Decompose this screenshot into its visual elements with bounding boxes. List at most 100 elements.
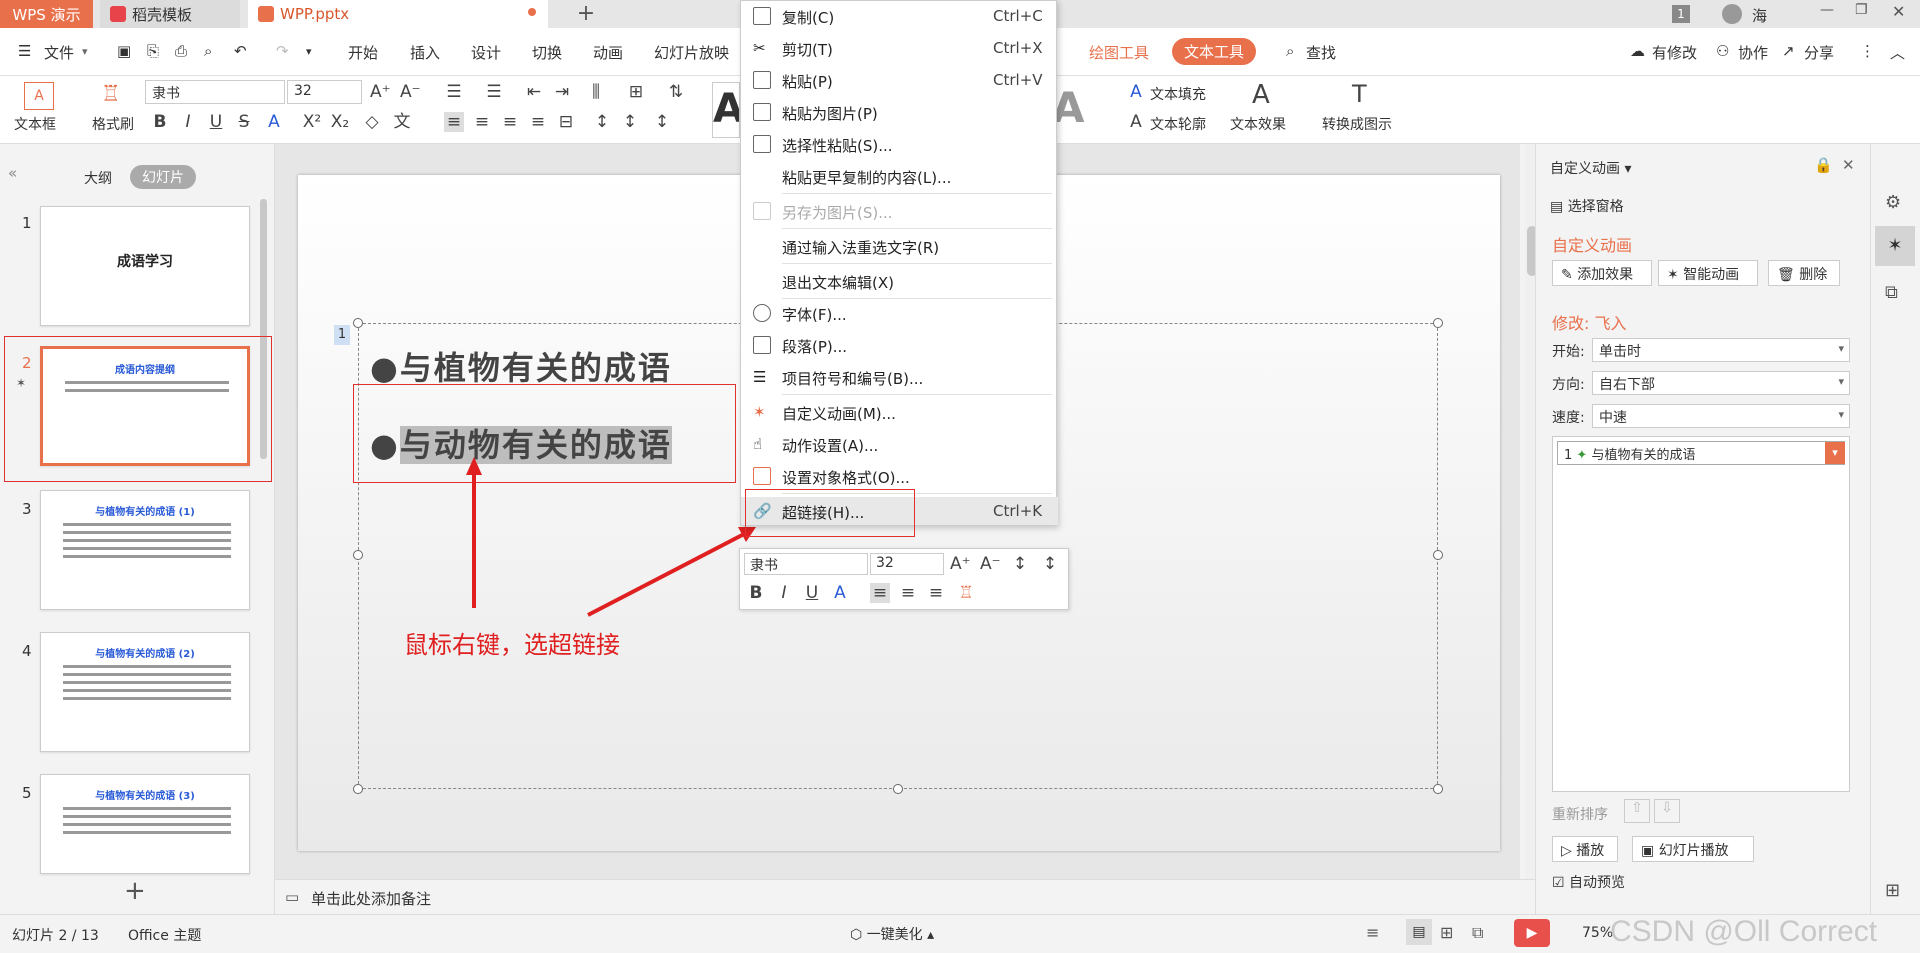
bullet-list-icon[interactable]: ☰ xyxy=(444,82,464,102)
redo-icon[interactable]: ↷ xyxy=(276,42,289,60)
beautify-button[interactable]: ⬡ 一键美化 ▴ xyxy=(850,924,934,944)
font-shrink-icon[interactable]: A⁻ xyxy=(400,82,421,102)
close-icon[interactable]: ✕ xyxy=(1892,2,1905,21)
move-down-icon[interactable]: ⇩ xyxy=(1654,799,1680,823)
delete-button[interactable]: 🗑 删除 xyxy=(1768,260,1840,286)
slide-thumbnail-2[interactable]: 成语内容提纲 xyxy=(40,346,250,466)
align-center-icon[interactable]: ≡ xyxy=(472,112,492,132)
undo-icon[interactable]: ↶ xyxy=(234,42,247,60)
menu-share[interactable]: 分享 xyxy=(1804,42,1834,63)
preview-icon[interactable]: ⌕ xyxy=(204,42,212,60)
phonetic-icon[interactable]: 文 xyxy=(392,112,412,132)
menu-cut[interactable]: ✂ 剪切(T) Ctrl+X xyxy=(741,34,1058,62)
textbox-icon[interactable]: A xyxy=(24,82,54,110)
menu-design[interactable]: 设计 xyxy=(471,42,501,63)
font-family-select[interactable]: 隶书 xyxy=(145,80,285,104)
menu-transition[interactable]: 切换 xyxy=(532,42,562,63)
export-icon[interactable]: ⎘ xyxy=(147,42,159,60)
format-painter-icon[interactable]: ♖ xyxy=(101,82,125,110)
menu-paste-earlier[interactable]: 粘贴更早复制的内容(L)... xyxy=(741,162,1058,190)
textbox-label[interactable]: 文本框 xyxy=(14,114,56,134)
animation-list-item[interactable]: 1 ✦ 与植物有关的成语 xyxy=(1557,441,1845,465)
add-slide-button[interactable]: + xyxy=(124,876,146,906)
italic-icon[interactable]: I xyxy=(774,583,794,603)
item-dropdown-icon[interactable]: ▾ xyxy=(1825,442,1845,464)
text-outline-icon[interactable]: A xyxy=(1126,112,1146,132)
collapse-panel-icon[interactable]: « xyxy=(8,164,17,182)
apps-icon[interactable]: ⊞ xyxy=(1885,880,1900,901)
lock-icon[interactable]: 🔒 xyxy=(1814,156,1833,174)
menu-paste-special[interactable]: 选择性粘贴(S)... xyxy=(741,130,1058,158)
strikethrough-icon[interactable]: S xyxy=(234,112,254,132)
align-right-icon[interactable]: ≡ xyxy=(926,583,946,603)
normal-view-icon[interactable]: ▤ xyxy=(1406,919,1432,945)
paragraph-spacing-icon[interactable]: ↕ xyxy=(620,112,640,132)
text-effect-icon[interactable]: A xyxy=(1252,80,1270,110)
menu-insert[interactable]: 插入 xyxy=(410,42,440,63)
underline-icon[interactable]: U xyxy=(206,112,226,132)
settings-sliders-icon[interactable]: ⚙ xyxy=(1885,192,1901,213)
close-icon[interactable]: ✕ xyxy=(1842,156,1855,174)
align-right-icon[interactable]: ≡ xyxy=(500,112,520,132)
theme-name[interactable]: Office 主题 xyxy=(128,925,201,945)
slide-thumbnail-5[interactable]: 与植物有关的成语 (3) xyxy=(40,774,250,874)
format-painter-label[interactable]: 格式刷 xyxy=(92,114,134,134)
clear-format-icon[interactable]: ◇ xyxy=(362,112,382,132)
line-spacing-icon[interactable]: ↕ xyxy=(592,112,612,132)
quick-access-more-icon[interactable]: ▾ xyxy=(306,45,312,58)
tab-slides[interactable]: 幻灯片 xyxy=(130,165,196,189)
avatar[interactable] xyxy=(1722,4,1742,24)
select-pane-button[interactable]: ▤ 选择窗格 xyxy=(1550,196,1624,216)
slide-sorter-icon[interactable]: ⊞ xyxy=(1440,923,1453,942)
slide-thumbnail-1[interactable]: 成语学习 xyxy=(40,206,250,326)
menu-ime-reselect[interactable]: 通过输入法重选文字(R) xyxy=(741,232,1058,260)
text-outline-label[interactable]: 文本轮廓 xyxy=(1150,114,1206,134)
italic-icon[interactable]: I xyxy=(178,112,198,132)
menu-paste-as-image[interactable]: 粘贴为图片(P) xyxy=(741,98,1058,126)
menu-exit-text-edit[interactable]: 退出文本编辑(X) xyxy=(741,267,1058,295)
convert-smartart-label[interactable]: 转换成图示 xyxy=(1322,114,1392,134)
search-icon[interactable]: ⌕ xyxy=(1286,42,1294,60)
reading-view-icon[interactable]: ⧉ xyxy=(1472,923,1483,943)
slide-thumbnail-4[interactable]: 与植物有关的成语 (2) xyxy=(40,632,250,752)
tab-docer[interactable]: 稻壳模板 xyxy=(100,0,240,28)
columns-icon[interactable]: ⫼ xyxy=(586,82,606,102)
font-color-icon[interactable]: A xyxy=(830,583,850,603)
mini-size-select[interactable]: 32 xyxy=(870,553,944,575)
menu-copy[interactable]: 复制(C) Ctrl+C xyxy=(741,2,1058,30)
direction-select[interactable]: 自右下部 xyxy=(1592,371,1850,395)
menu-font[interactable]: 字体(F)... xyxy=(741,299,1058,327)
font-color-icon[interactable]: A xyxy=(264,112,284,132)
tab-outline[interactable]: 大纲 xyxy=(84,168,112,188)
decrease-indent-icon[interactable]: ⇤ xyxy=(524,82,544,102)
menu-collaborate[interactable]: 协作 xyxy=(1738,42,1768,63)
menu-animation[interactable]: 动画 xyxy=(593,42,623,63)
line-spacing-icon[interactable]: ↕ xyxy=(1010,554,1030,574)
hamburger-icon[interactable]: ☰ xyxy=(18,42,31,60)
smart-animation-button[interactable]: ✶ 智能动画 xyxy=(1658,260,1758,286)
start-select[interactable]: 单击时 xyxy=(1592,338,1850,362)
more-spacing-icon[interactable]: ↕ xyxy=(652,112,672,132)
font-grow-icon[interactable]: A⁺ xyxy=(370,82,391,102)
new-tab-button[interactable]: + xyxy=(572,0,600,28)
format-painter-icon[interactable]: ♖ xyxy=(956,583,976,603)
slideshow-button[interactable]: ▣ 幻灯片播放 xyxy=(1632,836,1754,862)
subscript-icon[interactable]: X₂ xyxy=(330,112,350,132)
align-text-icon[interactable]: ⇅ xyxy=(666,82,686,102)
convert-smartart-icon[interactable]: T xyxy=(1352,80,1367,108)
tab-wps[interactable]: WPS 演示 xyxy=(0,0,93,28)
align-center-icon[interactable]: ≡ xyxy=(898,583,918,603)
menu-action-settings[interactable]: ☝ 动作设置(A)... xyxy=(741,430,1058,458)
align-left-icon[interactable]: ≡ xyxy=(444,112,464,132)
paragraph-spacing-icon[interactable]: ↕ xyxy=(1040,554,1060,574)
menu-paste[interactable]: 粘贴(P) Ctrl+V xyxy=(741,66,1058,94)
move-up-icon[interactable]: ⇧ xyxy=(1624,799,1650,823)
numbered-list-icon[interactable]: ☰ xyxy=(484,82,504,102)
play-slideshow-icon[interactable]: ▶ xyxy=(1514,919,1550,947)
text-style-preview-gray[interactable]: A xyxy=(1052,82,1102,138)
align-left-icon[interactable]: ≡ xyxy=(870,583,890,603)
more-icon[interactable]: ⋮ xyxy=(1860,42,1875,60)
menu-text-tools[interactable]: 文本工具 xyxy=(1172,38,1257,65)
menu-drawing-tools[interactable]: 绘图工具 xyxy=(1089,42,1149,63)
notes-toggle-icon[interactable]: ≡ xyxy=(1366,923,1379,942)
